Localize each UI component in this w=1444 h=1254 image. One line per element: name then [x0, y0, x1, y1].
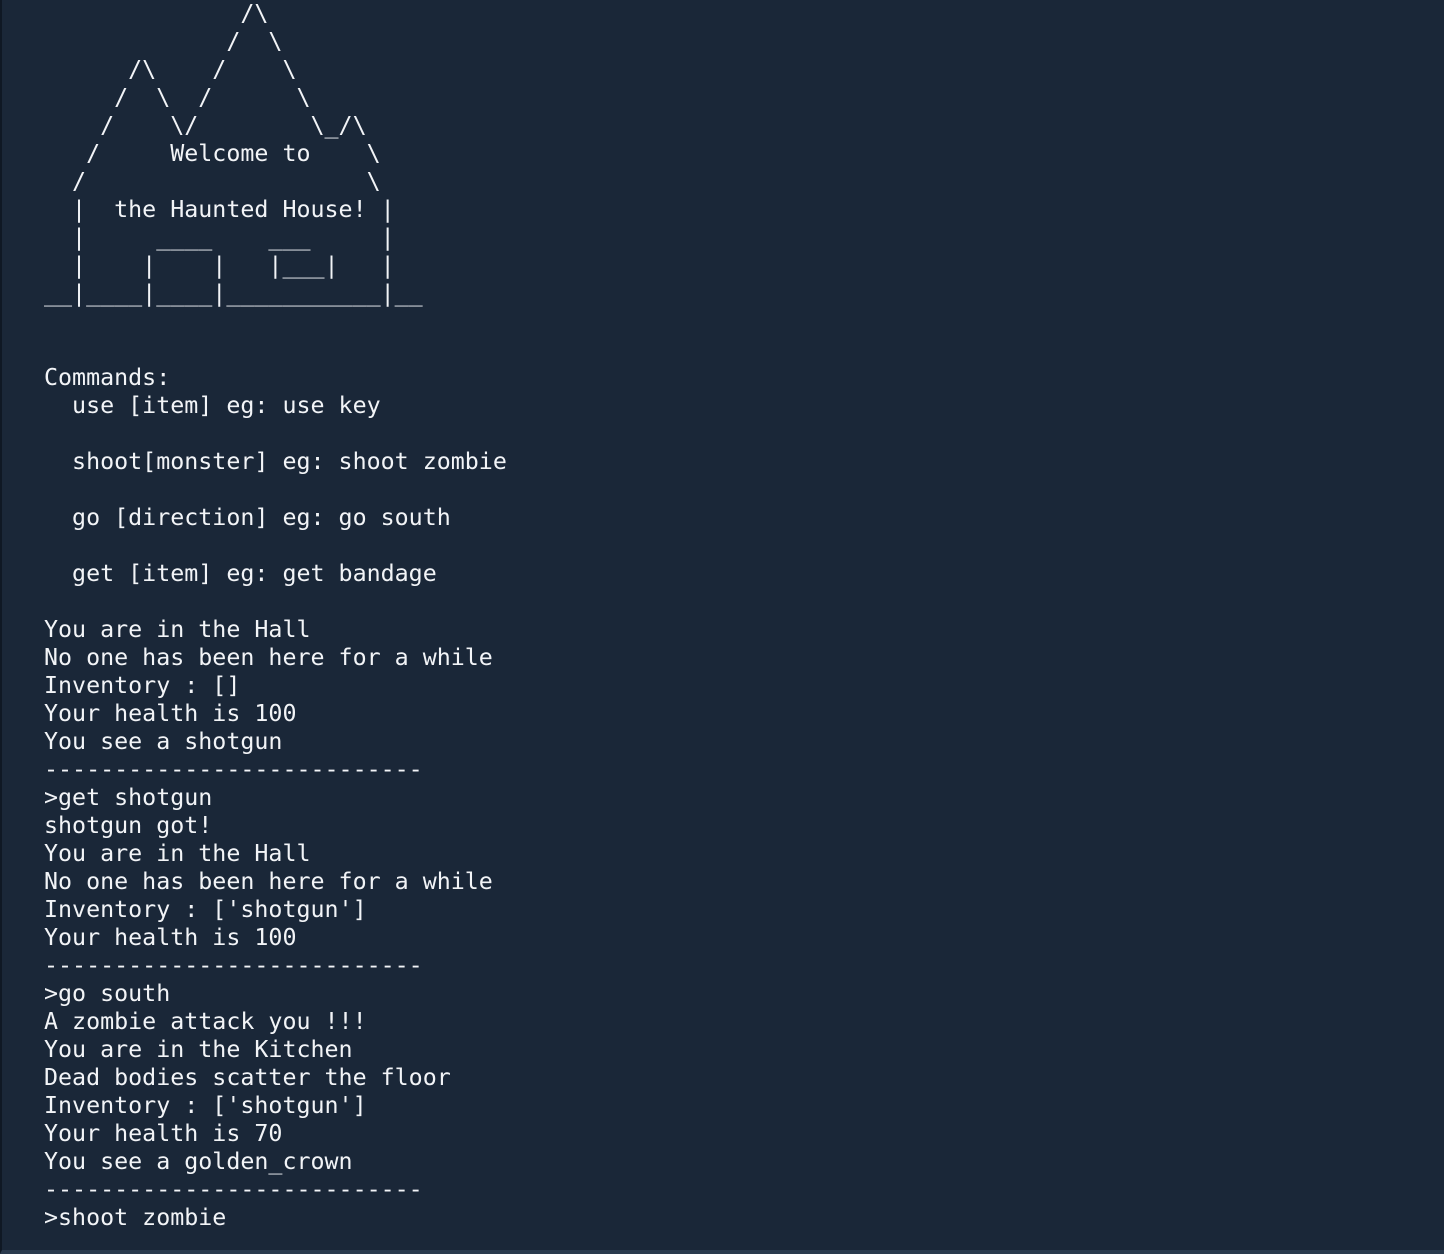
- terminal-line: A zombie attack you !!!: [44, 1008, 367, 1035]
- terminal-line: Commands:: [44, 364, 171, 391]
- terminal-line: >get shotgun: [44, 784, 213, 811]
- terminal-line: __|____|____|___________|__: [44, 280, 423, 307]
- terminal-line: You see a golden_crown: [44, 1148, 353, 1175]
- terminal-line: /\ / \: [44, 56, 297, 83]
- terminal-line: use [item] eg: use key: [44, 392, 381, 419]
- terminal-line: Dead bodies scatter the floor: [44, 1064, 451, 1091]
- terminal-line: ---------------------------: [44, 952, 423, 979]
- terminal-line: | ____ ___ |: [44, 224, 395, 251]
- terminal-line: shoot[monster] eg: shoot zombie: [44, 448, 507, 475]
- terminal-line: You are in the Kitchen: [44, 1036, 353, 1063]
- terminal-line: | | | |___| |: [44, 252, 395, 279]
- terminal-line: You are in the Hall: [44, 616, 311, 643]
- terminal-line: You are in the Hall: [44, 840, 311, 867]
- terminal-line: | the Haunted House! |: [44, 196, 395, 223]
- terminal-line: go [direction] eg: go south: [44, 504, 451, 531]
- terminal-line: shotgun got!: [44, 812, 213, 839]
- terminal-line: Inventory : ['shotgun']: [44, 896, 367, 923]
- terminal-line: get [item] eg: get bandage: [44, 560, 437, 587]
- terminal-line: / Welcome to \: [44, 140, 381, 167]
- terminal-line: Inventory : []: [44, 672, 241, 699]
- terminal-line: >go south: [44, 980, 171, 1007]
- terminal-line: Your health is 100: [44, 924, 297, 951]
- terminal-line: ---------------------------: [44, 1176, 423, 1203]
- terminal-line: Your health is 70: [44, 1120, 283, 1147]
- terminal-line: No one has been here for a while: [44, 644, 493, 671]
- terminal-line: No one has been here for a while: [44, 868, 493, 895]
- terminal-line: Your health is 100: [44, 700, 297, 727]
- terminal-output: /\ / \ /\ / \ / \ / \ / \/ \_/\ / Welcom…: [44, 0, 1444, 1250]
- terminal-window[interactable]: /\ / \ /\ / \ / \ / \ / \/ \_/\ / Welcom…: [0, 0, 1444, 1254]
- terminal-line: >shoot zombie: [44, 1204, 227, 1231]
- terminal-line: Inventory : ['shotgun']: [44, 1092, 367, 1119]
- terminal-line: ---------------------------: [44, 756, 423, 783]
- terminal-line: You see a shotgun: [44, 728, 283, 755]
- terminal-line: / \: [44, 28, 283, 55]
- terminal-line: / \: [44, 168, 381, 195]
- terminal-line: /\: [44, 0, 269, 27]
- terminal-line: / \/ \_/\: [44, 112, 367, 139]
- terminal-line: / \ / \: [44, 84, 311, 111]
